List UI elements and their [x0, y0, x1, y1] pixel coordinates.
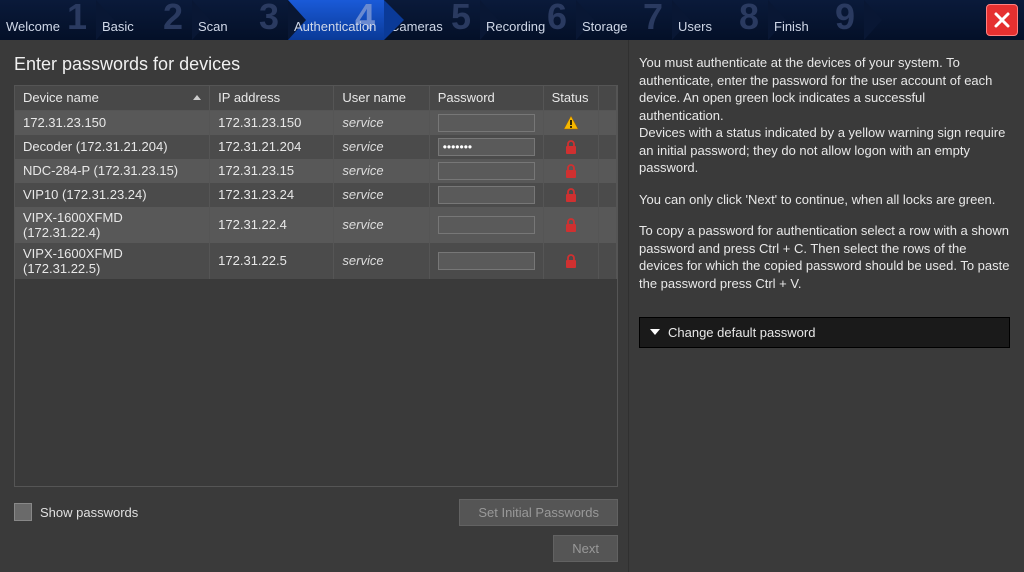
col-header-user-name[interactable]: User name	[334, 86, 429, 110]
device-name-cell: NDC-284-P (172.31.23.15)	[15, 159, 210, 183]
step-label: Storage	[582, 19, 628, 36]
user-name-cell: service	[334, 183, 429, 207]
lock-icon	[563, 187, 579, 203]
password-input[interactable]	[438, 114, 535, 132]
lock-icon	[563, 163, 579, 179]
user-name-cell: service	[334, 159, 429, 183]
password-cell	[429, 183, 543, 207]
device-name-cell: VIP10 (172.31.23.24)	[15, 183, 210, 207]
lock-icon	[563, 253, 579, 269]
status-cell	[543, 207, 599, 243]
ip-address-cell: 172.31.23.15	[210, 159, 334, 183]
step-number: 2	[163, 0, 182, 38]
ip-address-cell: 172.31.23.24	[210, 183, 334, 207]
extra-cell	[599, 110, 617, 135]
step-label: Users	[678, 19, 712, 36]
extra-cell	[599, 159, 617, 183]
password-cell	[429, 135, 543, 159]
table-row[interactable]: NDC-284-P (172.31.23.15)172.31.23.15serv…	[15, 159, 617, 183]
help-pane: You must authenticate at the devices of …	[628, 40, 1024, 572]
lock-icon	[563, 139, 579, 155]
bottom-controls: Show passwords Set Initial Passwords	[14, 499, 618, 525]
help-paragraph-2: You can only click 'Next' to continue, w…	[639, 191, 1010, 209]
step-number: 9	[835, 0, 854, 38]
extra-cell	[599, 135, 617, 159]
change-default-password-expander[interactable]: Change default password	[639, 317, 1010, 349]
status-cell	[543, 110, 599, 135]
step-label: Finish	[774, 19, 809, 36]
col-header-device-name[interactable]: Device name	[15, 86, 210, 110]
col-header-password[interactable]: Password	[429, 86, 543, 110]
device-name-cell: VIPX-1600XFMD (172.31.22.4)	[15, 207, 210, 243]
close-button[interactable]	[986, 4, 1018, 36]
step-label: Authentication	[294, 19, 376, 36]
device-name-cell: Decoder (172.31.21.204)	[15, 135, 210, 159]
col-header-status[interactable]: Status	[543, 86, 599, 110]
warning-icon	[563, 115, 579, 131]
step-number: 1	[67, 0, 86, 38]
password-input[interactable]	[438, 162, 535, 180]
ip-address-cell: 172.31.23.150	[210, 110, 334, 135]
step-number: 3	[259, 0, 278, 38]
extra-cell	[599, 243, 617, 279]
step-number: 8	[739, 0, 758, 38]
next-button[interactable]: Next	[553, 535, 618, 562]
extra-cell	[599, 207, 617, 243]
col-header-extra[interactable]	[599, 86, 617, 110]
status-cell	[543, 183, 599, 207]
change-default-password-label: Change default password	[668, 324, 815, 342]
user-name-cell: service	[334, 135, 429, 159]
close-icon	[992, 10, 1012, 30]
step-label: Scan	[198, 19, 228, 36]
status-cell	[543, 243, 599, 279]
table-row[interactable]: VIPX-1600XFMD (172.31.22.5)172.31.22.5se…	[15, 243, 617, 279]
device-name-cell: VIPX-1600XFMD (172.31.22.5)	[15, 243, 210, 279]
ip-address-cell: 172.31.21.204	[210, 135, 334, 159]
set-initial-passwords-button[interactable]: Set Initial Passwords	[459, 499, 618, 526]
wizard-step-bar: 1 Welcome 2 Basic 3 Scan 4 Authenticatio…	[0, 0, 1024, 40]
step-label: Basic	[102, 19, 134, 36]
page-title: Enter passwords for devices	[14, 54, 618, 75]
password-cell	[429, 207, 543, 243]
device-name-cell: 172.31.23.150	[15, 110, 210, 135]
step-number: 7	[643, 0, 662, 38]
device-table: Device name IP address User name Passwor…	[15, 86, 617, 279]
user-name-cell: service	[334, 207, 429, 243]
show-passwords-checkbox-group[interactable]: Show passwords	[14, 503, 138, 521]
left-pane: Enter passwords for devices Device name …	[0, 40, 628, 572]
step-welcome[interactable]: 1 Welcome	[0, 0, 96, 40]
step-number: 6	[547, 0, 566, 38]
show-passwords-checkbox[interactable]	[14, 503, 32, 521]
password-input[interactable]	[438, 216, 535, 234]
lock-icon	[563, 217, 579, 233]
password-cell	[429, 159, 543, 183]
device-table-container: Device name IP address User name Passwor…	[14, 85, 618, 487]
table-row[interactable]: VIP10 (172.31.23.24)172.31.23.24service	[15, 183, 617, 207]
password-input[interactable]	[438, 138, 535, 156]
password-input[interactable]	[438, 186, 535, 204]
step-number: 5	[451, 0, 470, 38]
step-label: Recording	[486, 19, 545, 36]
table-row[interactable]: VIPX-1600XFMD (172.31.22.4)172.31.22.4se…	[15, 207, 617, 243]
user-name-cell: service	[334, 243, 429, 279]
col-header-ip-address[interactable]: IP address	[210, 86, 334, 110]
password-cell	[429, 110, 543, 135]
status-cell	[543, 159, 599, 183]
chevron-down-icon	[650, 329, 660, 335]
step-label: Welcome	[6, 19, 60, 36]
password-cell	[429, 243, 543, 279]
help-paragraph-1: You must authenticate at the devices of …	[639, 54, 1010, 177]
table-row[interactable]: 172.31.23.150172.31.23.150service	[15, 110, 617, 135]
extra-cell	[599, 183, 617, 207]
help-paragraph-3: To copy a password for authentication se…	[639, 222, 1010, 292]
ip-address-cell: 172.31.22.4	[210, 207, 334, 243]
password-input[interactable]	[438, 252, 535, 270]
status-cell	[543, 135, 599, 159]
ip-address-cell: 172.31.22.5	[210, 243, 334, 279]
user-name-cell: service	[334, 110, 429, 135]
content-area: Enter passwords for devices Device name …	[0, 40, 1024, 572]
table-row[interactable]: Decoder (172.31.21.204)172.31.21.204serv…	[15, 135, 617, 159]
show-passwords-label: Show passwords	[40, 505, 138, 520]
